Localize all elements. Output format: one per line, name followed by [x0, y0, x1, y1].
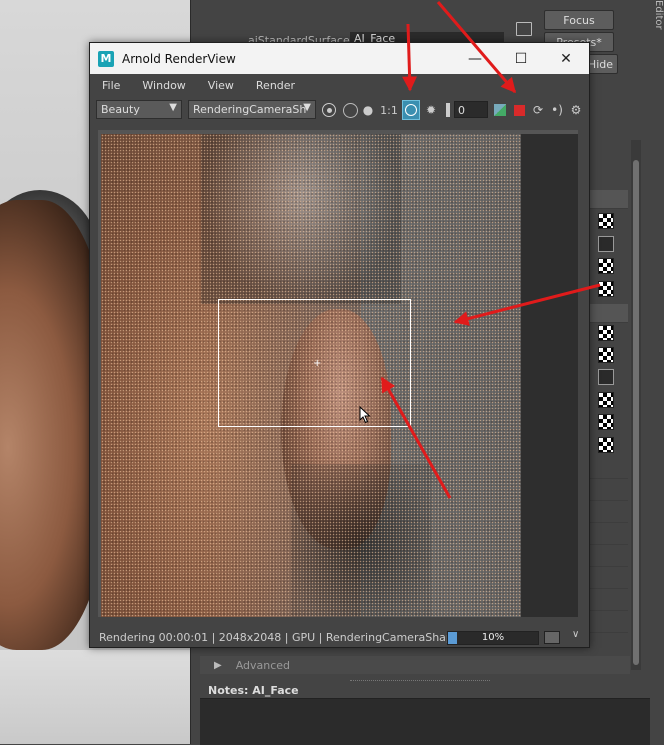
settings-gear-icon[interactable]: ⚙	[568, 102, 584, 118]
attribute-row	[588, 526, 628, 545]
attribute-editor-tab[interactable]: Editor	[646, 0, 664, 40]
crosshair-icon: +	[313, 358, 322, 369]
menu-file[interactable]: File	[90, 79, 130, 92]
attribute-row	[588, 460, 628, 479]
menu-view[interactable]: View	[196, 79, 244, 92]
snapshot-icon[interactable]	[492, 102, 508, 118]
texture-map-icon[interactable]	[598, 213, 614, 229]
render-image: +	[101, 134, 521, 617]
menu-bar: File Window View Render	[90, 74, 589, 96]
attribute-row	[588, 592, 628, 611]
ratio-toggle[interactable]: 1:1	[379, 102, 399, 118]
maya-app-icon: M	[98, 50, 114, 67]
camera-dropdown[interactable]: RenderingCameraSh ▼	[188, 100, 316, 119]
aov-dropdown[interactable]: Beauty ▼	[96, 100, 182, 119]
ipr-icon[interactable]: •)	[549, 102, 565, 118]
notes-label: Notes: AI_Face	[208, 684, 299, 697]
texture-map-icon[interactable]	[598, 392, 614, 408]
texture-map-icon[interactable]	[598, 347, 614, 363]
attribute-row	[588, 482, 628, 501]
save-image-icon[interactable]	[544, 631, 560, 644]
texture-map-icon[interactable]	[598, 325, 614, 341]
render-refresh-icon[interactable]: ⟳	[530, 102, 546, 118]
attribute-row	[588, 614, 628, 633]
exposure-field-value: 0	[458, 104, 465, 117]
expand-arrow-icon: ▶	[214, 659, 222, 671]
attribute-editor-scrollbar[interactable]	[631, 140, 641, 670]
color-channels-icon[interactable]: ●	[360, 102, 376, 118]
attribute-row	[588, 304, 628, 323]
refresh-settings-icon[interactable]: ✹	[423, 102, 439, 118]
arnold-renderview-window: M Arnold RenderView — ☐ ✕ File Window Vi…	[89, 42, 590, 648]
dropdown-arrow-icon: ▼	[169, 102, 177, 113]
crop-region-rectangle[interactable]: +	[218, 299, 411, 427]
progress-label: 10%	[481, 632, 505, 643]
render-progress-bar: 10%	[447, 631, 539, 645]
advanced-section-header[interactable]: ▶ Advanced	[200, 656, 630, 674]
exposure-field[interactable]: 0	[454, 101, 488, 118]
status-bar: Rendering 00:00:01 | 2048x2048 | GPU | R…	[90, 627, 589, 647]
window-titlebar[interactable]: M Arnold RenderView — ☐ ✕	[90, 43, 589, 74]
dropdown-arrow-icon: ▼	[303, 102, 311, 113]
texture-map-icon[interactable]	[598, 258, 614, 274]
display-settings-icon[interactable]	[342, 102, 358, 118]
display-channel-icon[interactable]	[321, 102, 337, 118]
notes-textarea[interactable]	[200, 698, 650, 745]
status-expand-icon[interactable]: ∨	[572, 629, 579, 640]
attribute-row	[588, 504, 628, 523]
texture-map-icon[interactable]	[598, 414, 614, 430]
map-button-icon[interactable]	[598, 369, 614, 385]
viewport-floor	[0, 650, 190, 744]
menu-render[interactable]: Render	[244, 79, 305, 92]
close-button[interactable]: ✕	[543, 43, 589, 74]
node-focus-icon[interactable]	[516, 22, 532, 36]
map-button-icon[interactable]	[598, 236, 614, 252]
texture-map-icon[interactable]	[598, 437, 614, 453]
stop-render-icon[interactable]	[511, 102, 527, 118]
attribute-editor-resize-handle[interactable]	[350, 680, 490, 684]
render-canvas[interactable]: +	[98, 130, 578, 617]
minimize-button[interactable]: —	[452, 43, 498, 74]
attribute-row	[588, 548, 628, 567]
advanced-section-label: Advanced	[235, 658, 291, 672]
camera-dropdown-value: RenderingCameraSh	[193, 103, 307, 116]
attribute-row	[588, 190, 628, 209]
status-text: Rendering 00:00:01 | 2048x2048 | GPU | R…	[99, 630, 486, 644]
menu-window[interactable]: Window	[130, 79, 195, 92]
aov-dropdown-value: Beauty	[101, 103, 140, 116]
mouse-cursor-icon	[359, 406, 371, 424]
focus-button[interactable]: Focus	[544, 10, 614, 30]
window-title: Arnold RenderView	[122, 51, 236, 66]
maximize-button[interactable]: ☐	[498, 43, 544, 74]
attribute-row	[588, 570, 628, 589]
texture-map-icon[interactable]	[598, 281, 614, 297]
crop-region-icon[interactable]	[402, 100, 420, 120]
render-canvas-margin	[521, 134, 578, 617]
renderview-toolbar: Beauty ▼ RenderingCameraSh ▼ ● 1:1 ✹ 0 ⟳…	[90, 97, 589, 123]
